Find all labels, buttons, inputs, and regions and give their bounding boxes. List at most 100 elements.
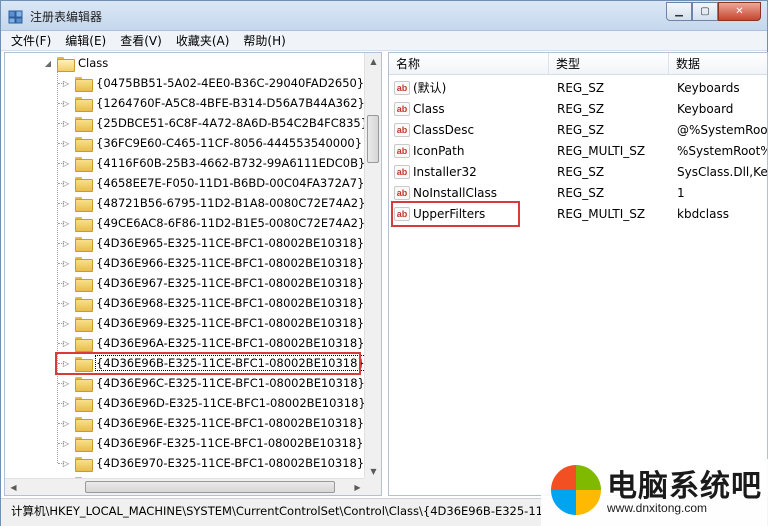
tree-item-label: {36FC9E60-C465-11CF-8056-444553540000} [96,136,363,150]
column-header-data[interactable]: 数据 [669,53,767,75]
watermark-url: www.dnxitong.com [607,501,708,515]
value-name-cell: ab NoInstallClass [394,182,544,203]
collapse-arrow-icon[interactable]: ◢ [43,59,53,68]
expand-arrow-icon[interactable]: ▷ [61,419,71,428]
value-row[interactable]: ab Class REG_SZ Keyboard [389,98,767,119]
value-row[interactable]: ab ClassDesc REG_SZ @%SystemRoo [389,119,768,140]
folder-icon [75,96,93,112]
expand-arrow-icon[interactable]: ▷ [61,259,71,268]
expand-arrow-icon[interactable]: ▷ [61,159,71,168]
scroll-thumb-horizontal[interactable] [85,481,335,493]
scroll-thumb[interactable] [367,115,379,163]
tree-item-class[interactable]: ◢ Class [43,53,108,73]
string-value-icon: ab [394,80,410,95]
expand-arrow-icon[interactable]: ▷ [61,179,71,188]
value-name-cell: ab Installer32 [394,161,544,182]
tree-item[interactable]: ▷ {25DBCE51-6C8F-4A72-8A6D-B54C2B4FC835} [61,113,368,133]
value-row[interactable]: ab Installer32 REG_SZ SysClass.Dll,Ke [389,161,768,182]
folder-icon [75,116,93,132]
menu-file[interactable]: 文件(F) [11,32,51,49]
folder-icon [75,376,93,392]
expand-arrow-icon[interactable]: ▷ [61,439,71,448]
value-data: @%SystemRoo [677,122,768,137]
minimize-button[interactable]: ▁ [666,2,692,21]
tree-item-label: {4D36E96F-E325-11CE-BFC1-08002BE10318} [96,436,364,450]
tree-item[interactable]: ▷ {1264760F-A5C8-4BFE-B314-D56A7B44A362} [61,93,365,113]
value-type: REG_SZ [557,122,605,137]
value-row[interactable]: ab (默认) REG_SZ Keyboards [389,77,767,98]
folder-icon [75,236,93,252]
windows-logo-icon [551,465,601,515]
menu-edit[interactable]: 编辑(E) [65,32,106,49]
close-button[interactable]: ✕ [718,2,761,21]
registry-tree-pane[interactable]: ◢ Class ▷ {0475BB51-5A02-4EE0-B36C-29040F… [4,52,382,496]
expand-arrow-icon[interactable]: ▷ [61,339,71,348]
menu-favorites[interactable]: 收藏夹(A) [176,32,230,49]
string-value-icon: ab [394,185,410,200]
expand-arrow-icon[interactable]: ▷ [61,299,71,308]
expand-arrow-icon[interactable]: ▷ [61,399,71,408]
tree-vertical-scrollbar[interactable]: ▲ ▼ [364,53,381,480]
expand-arrow-icon[interactable]: ▷ [61,199,71,208]
value-row[interactable]: ab IconPath REG_MULTI_SZ %SystemRoot% [389,140,767,161]
value-data: Keyboards [677,80,740,95]
expand-arrow-icon[interactable]: ▷ [61,319,71,328]
column-header-name[interactable]: 名称 [389,53,549,75]
maximize-button[interactable]: ▢ [692,2,718,21]
value-type: REG_MULTI_SZ [557,143,646,158]
tree-item[interactable]: ▷ {4D36E968-E325-11CE-BFC1-08002BE10318} [61,293,364,313]
expand-arrow-icon[interactable]: ▷ [61,379,71,388]
tree-item-label: {0475BB51-5A02-4EE0-B36C-29040FAD2650} [96,76,365,90]
expand-arrow-icon[interactable]: ▷ [61,139,71,148]
status-path: 计算机\HKEY_LOCAL_MACHINE\SYSTEM\CurrentCon… [11,504,543,518]
folder-icon [75,136,93,152]
value-name-cell: ab (默认) [394,77,544,98]
expand-arrow-icon[interactable]: ▷ [61,459,71,468]
value-data: Keyboard [677,101,734,116]
folder-icon [75,76,93,92]
tree-item[interactable]: ▷ {49CE6AC8-6F86-11D2-B1E5-0080C72E74A2} [61,213,365,233]
scroll-up-icon[interactable]: ▲ [365,53,381,70]
value-type: REG_MULTI_SZ [557,206,646,221]
tree-item[interactable]: ▷ {36FC9E60-C465-11CF-8056-444553540000} [61,133,362,153]
value-row[interactable]: ab NoInstallClass REG_SZ 1 [389,182,767,203]
expand-arrow-icon[interactable]: ▷ [61,119,71,128]
tree-item[interactable]: ▷ {4D36E96C-E325-11CE-BFC1-08002BE10318} [61,373,365,393]
tree-item[interactable]: ▷ {4D36E967-E325-11CE-BFC1-08002BE10318} [61,273,364,293]
tree-item[interactable]: ▷ {4D36E96A-E325-11CE-BFC1-08002BE10318} [61,333,364,353]
tree-item[interactable]: ▷ {4D36E969-E325-11CE-BFC1-08002BE10318} [61,313,364,333]
expand-arrow-icon[interactable]: ▷ [61,79,71,88]
tree-item[interactable]: ▷ {4D36E96E-E325-11CE-BFC1-08002BE10318} [61,413,364,433]
expand-arrow-icon[interactable]: ▷ [61,279,71,288]
window-controls: ▁ ▢ ✕ [666,2,761,21]
menu-bar: 文件(F) 编辑(E) 查看(V) 收藏夹(A) 帮助(H) [1,31,767,51]
tree-item[interactable]: ▷ {4D36E970-E325-11CE-BFC1-08002BE10318} [61,453,364,473]
folder-icon [75,196,93,212]
tree-item-label: {4D36E966-E325-11CE-BFC1-08002BE10318} [96,256,365,270]
value-name: NoInstallClass [413,185,498,200]
registry-values-pane[interactable]: 名称 类型 数据 ab (默认) REG_SZ Keyboards ab Class REG… [388,52,768,496]
tree-item[interactable]: ▷ {0475BB51-5A02-4EE0-B36C-29040FAD2650} [61,73,364,93]
value-type: REG_SZ [557,185,605,200]
string-value-icon: ab [394,143,410,158]
tree-item[interactable]: ▷ {48721B56-6795-11D2-B1A8-0080C72E74A2} [61,193,365,213]
tree-item[interactable]: ▷ {4D36E96D-E325-11CE-BFC1-08002BE10318} [61,393,366,413]
tree-horizontal-scrollbar[interactable]: ◀ ▶ [5,478,366,495]
expand-arrow-icon[interactable]: ▷ [61,219,71,228]
tree-item[interactable]: ▷ {4D36E966-E325-11CE-BFC1-08002BE10318} [61,253,364,273]
tree-item[interactable]: ▷ {4D36E965-E325-11CE-BFC1-08002BE10318} [61,233,364,253]
scroll-left-icon[interactable]: ◀ [5,479,22,495]
column-header-type[interactable]: 类型 [549,53,669,75]
tree-item[interactable]: ▷ {4658EE7E-F050-11D1-B6BD-00C04FA372A7} [61,173,364,193]
menu-help[interactable]: 帮助(H) [243,32,285,49]
expand-arrow-icon[interactable]: ▷ [61,239,71,248]
tree-item[interactable]: ▷ {4116F60B-25B3-4662-B732-99A6111EDC0B} [61,153,365,173]
value-type: REG_SZ [557,164,605,179]
value-type: REG_SZ [557,101,605,116]
title-bar[interactable]: 注册表编辑器 ▁ ▢ ✕ [1,1,767,31]
menu-view[interactable]: 查看(V) [120,32,162,49]
expand-arrow-icon[interactable]: ▷ [61,99,71,108]
tree-item[interactable]: ▷ {4D36E96F-E325-11CE-BFC1-08002BE10318} [61,433,363,453]
highlight-box [391,201,520,227]
value-data: SysClass.Dll,Ke [677,164,768,179]
